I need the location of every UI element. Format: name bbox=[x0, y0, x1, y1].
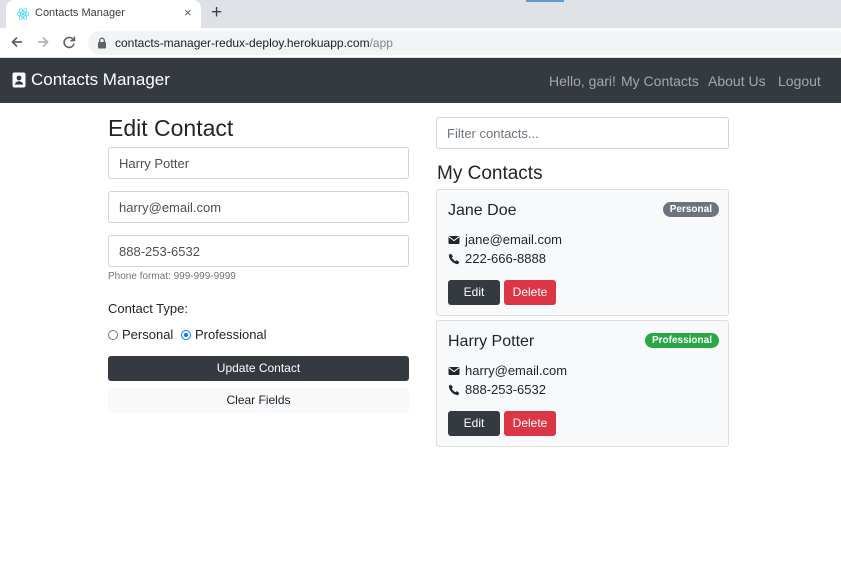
contact-phone-text: 888-253-6532 bbox=[465, 382, 546, 397]
email-field[interactable] bbox=[108, 191, 409, 223]
contact-type-badge: Personal bbox=[662, 202, 719, 217]
address-card-icon bbox=[12, 72, 26, 88]
browser-tab[interactable]: Contacts Manager × bbox=[6, 0, 201, 28]
url-text: contacts-manager-redux-deploy.herokuapp.… bbox=[115, 36, 393, 50]
contact-phone: 222-666-8888 bbox=[448, 251, 546, 266]
tab-title: Contacts Manager bbox=[35, 7, 125, 19]
address-bar[interactable]: contacts-manager-redux-deploy.herokuapp.… bbox=[88, 31, 841, 55]
nav-link-logout[interactable]: Logout bbox=[778, 73, 821, 89]
delete-contact-button[interactable]: Delete bbox=[504, 280, 556, 305]
contact-phone-text: 222-666-8888 bbox=[465, 251, 546, 266]
app-navbar: Contacts Manager Hello, gari! My Contact… bbox=[0, 58, 841, 103]
brand-title: Contacts Manager bbox=[31, 70, 170, 89]
edit-contact-button[interactable]: Edit bbox=[448, 280, 500, 305]
filter-contacts-input[interactable] bbox=[436, 117, 729, 149]
back-arrow-icon[interactable] bbox=[9, 34, 25, 50]
url-path: /app bbox=[369, 36, 393, 50]
user-greeting: Hello, gari! bbox=[549, 73, 616, 89]
contact-type-badge: Professional bbox=[644, 333, 719, 348]
browser-tab-strip: Contacts Manager × + bbox=[0, 0, 841, 28]
radio-professional-input[interactable] bbox=[181, 329, 191, 340]
nav-link-my-contacts[interactable]: My Contacts bbox=[621, 73, 699, 89]
react-favicon-icon bbox=[16, 8, 30, 20]
contact-card: Jane Doe Personal jane@email.com 222-666… bbox=[436, 189, 729, 316]
phone-icon bbox=[448, 384, 460, 395]
forward-arrow-icon[interactable] bbox=[35, 34, 51, 50]
lock-icon bbox=[98, 37, 106, 49]
contact-phone: 888-253-6532 bbox=[448, 382, 546, 397]
name-field[interactable] bbox=[108, 147, 409, 179]
phone-icon bbox=[448, 253, 460, 264]
radio-personal[interactable]: Personal bbox=[108, 327, 173, 342]
url-host: contacts-manager-redux-deploy.herokuapp.… bbox=[115, 36, 370, 50]
phone-format-help: Phone format: 999-999-9999 bbox=[108, 271, 236, 282]
browser-toolbar: contacts-manager-redux-deploy.herokuapp.… bbox=[0, 28, 841, 58]
reload-icon[interactable] bbox=[61, 34, 77, 50]
update-contact-button[interactable]: Update Contact bbox=[108, 356, 409, 381]
form-title: Edit Contact bbox=[108, 115, 234, 141]
contact-email: jane@email.com bbox=[448, 232, 562, 247]
clear-fields-button[interactable]: Clear Fields bbox=[108, 388, 409, 413]
contact-email: harry@email.com bbox=[448, 363, 567, 378]
delete-contact-button[interactable]: Delete bbox=[504, 411, 556, 436]
phone-field[interactable] bbox=[108, 235, 409, 267]
radio-professional-label: Professional bbox=[195, 327, 267, 342]
tab-close-icon[interactable]: × bbox=[184, 6, 192, 20]
contacts-title: My Contacts bbox=[437, 163, 543, 184]
contact-email-text: harry@email.com bbox=[465, 363, 568, 378]
contact-type-label: Contact Type: bbox=[108, 301, 188, 316]
edit-contact-button[interactable]: Edit bbox=[448, 411, 500, 436]
radio-personal-input[interactable] bbox=[108, 329, 118, 340]
radio-professional[interactable]: Professional bbox=[181, 327, 267, 342]
new-tab-button[interactable]: + bbox=[211, 3, 222, 23]
radio-personal-label: Personal bbox=[122, 327, 174, 342]
envelope-icon bbox=[448, 235, 460, 244]
contact-name: Jane Doe bbox=[448, 202, 517, 219]
tab-strip-accent bbox=[526, 0, 564, 2]
navbar-brand[interactable]: Contacts Manager bbox=[12, 70, 170, 90]
nav-link-about-us[interactable]: About Us bbox=[708, 73, 766, 89]
contact-name: Harry Potter bbox=[448, 333, 535, 350]
contact-email-text: jane@email.com bbox=[465, 232, 563, 247]
envelope-icon bbox=[448, 366, 460, 375]
contact-card: Harry Potter Professional harry@email.co… bbox=[436, 320, 729, 447]
